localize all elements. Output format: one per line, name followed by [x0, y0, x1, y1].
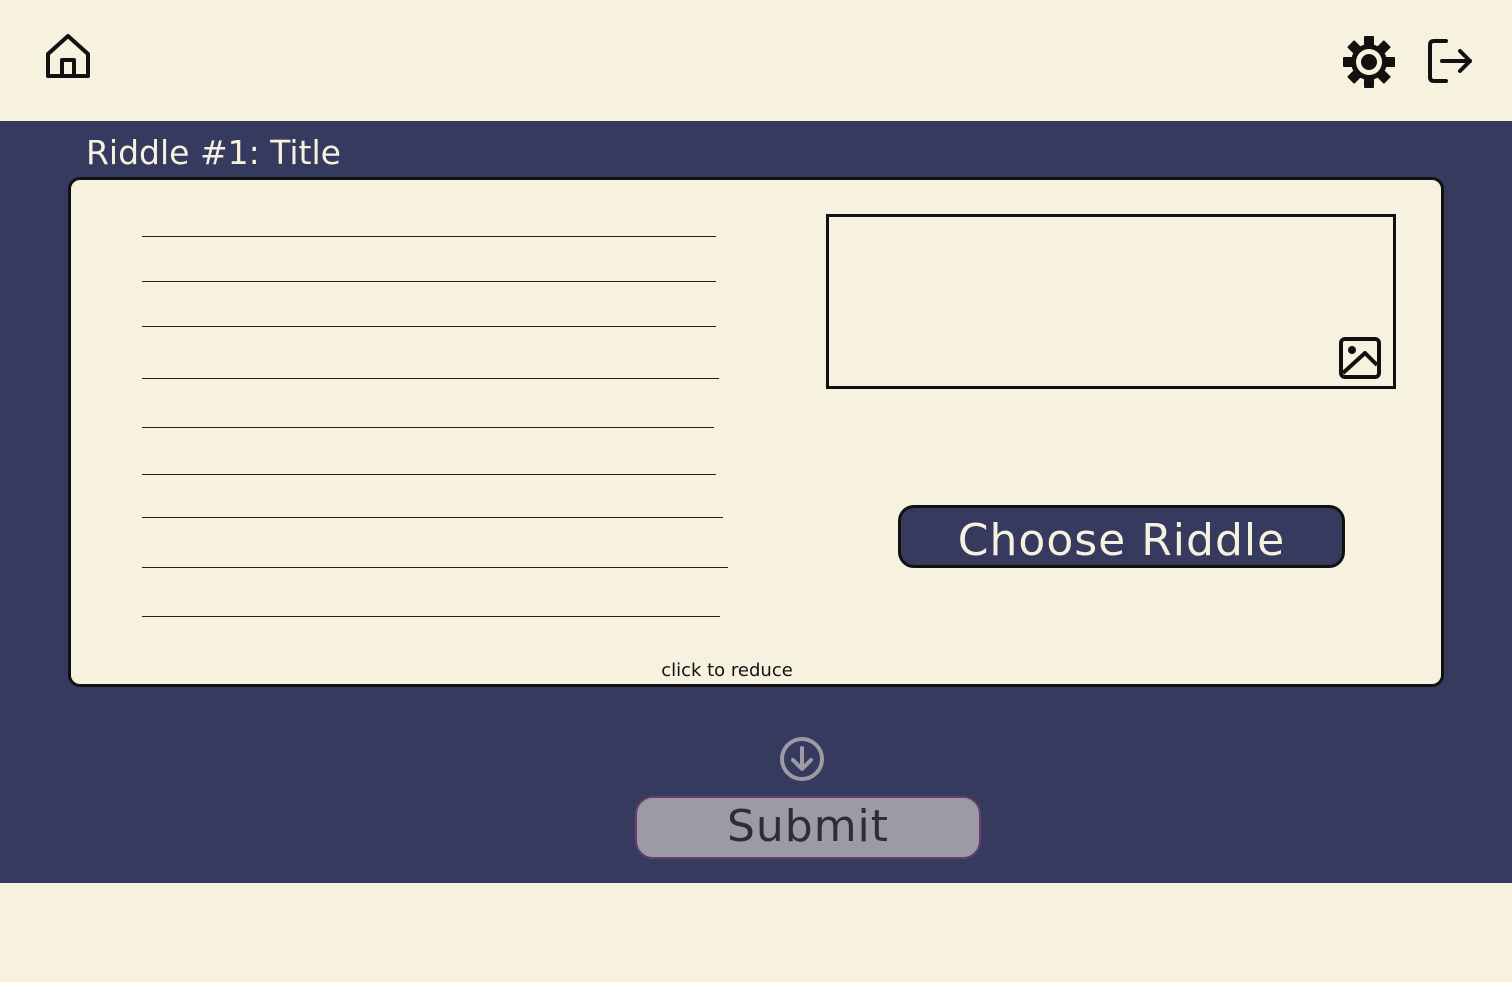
choose-riddle-button[interactable]: Choose Riddle [898, 505, 1345, 568]
logout-button[interactable] [1426, 37, 1476, 85]
text-line [142, 474, 716, 475]
top-bar [0, 0, 1512, 121]
text-line [142, 616, 720, 617]
bottom-area [0, 883, 1512, 982]
text-line [142, 326, 716, 327]
text-line [142, 517, 723, 518]
riddle-image-box[interactable] [826, 214, 1396, 389]
text-line [142, 378, 719, 379]
text-line [142, 567, 728, 568]
home-icon [46, 34, 90, 78]
arrow-down-circle-icon[interactable] [778, 735, 826, 783]
home-button[interactable] [44, 30, 92, 82]
text-line [142, 427, 714, 428]
text-line [142, 281, 716, 282]
text-line [142, 236, 716, 237]
logout-icon [1428, 39, 1472, 83]
riddle-title: Riddle #1: Title [86, 133, 341, 172]
image-icon[interactable] [1338, 336, 1382, 380]
click-to-reduce[interactable]: click to reduce [600, 659, 854, 683]
settings-button[interactable] [1342, 35, 1396, 89]
submit-button[interactable]: Submit [635, 796, 981, 859]
gear-icon [1343, 36, 1395, 88]
